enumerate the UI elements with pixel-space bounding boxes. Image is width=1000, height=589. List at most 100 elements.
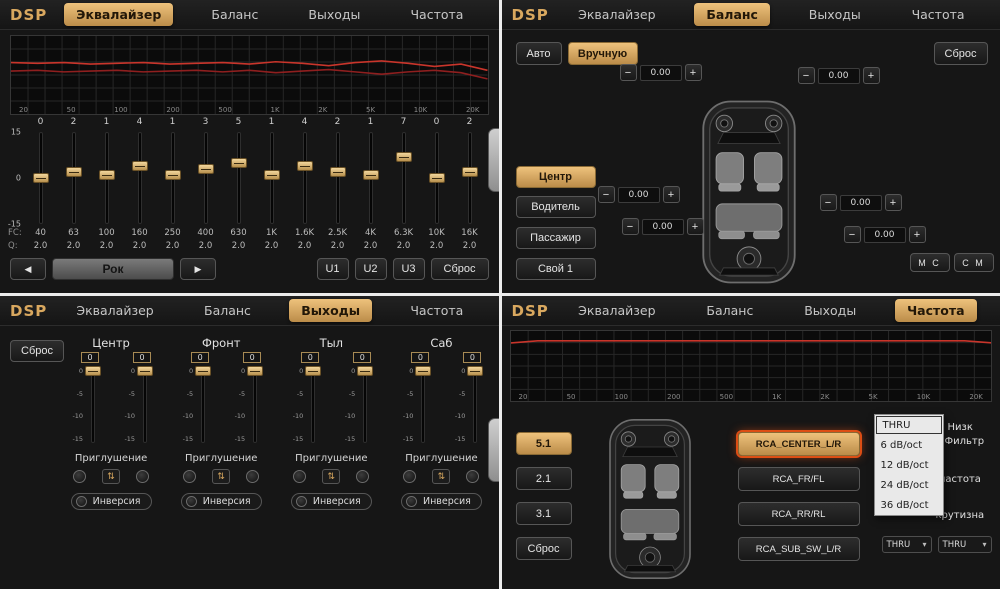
tab-equalizer[interactable]: Эквалайзер	[64, 299, 165, 322]
position-custom-1-button[interactable]: Свой 1	[516, 258, 596, 280]
increase-button[interactable]: +	[663, 186, 680, 203]
dropdown-option[interactable]: 36 dB/oct	[875, 495, 943, 515]
mute-knob-right[interactable]	[246, 470, 259, 483]
slider-thumb[interactable]	[66, 167, 82, 177]
cm-button[interactable]: C M	[954, 253, 994, 272]
preset-button[interactable]: Рок	[52, 258, 174, 280]
mute-knob-right[interactable]	[466, 470, 479, 483]
slider-thumb[interactable]	[264, 170, 280, 180]
link-channels-icon[interactable]: ⇅	[322, 469, 340, 484]
slope-select-low[interactable]: THRU▾	[938, 536, 992, 553]
output-slider[interactable]	[416, 365, 430, 445]
dropdown-option[interactable]: 24 dB/oct	[875, 475, 943, 495]
decrease-button[interactable]: −	[598, 186, 615, 203]
drawer-handle[interactable]	[488, 418, 499, 482]
tab-balance[interactable]: Баланс	[192, 299, 263, 322]
tab-outputs[interactable]: Выходы	[797, 3, 873, 26]
tab-equalizer[interactable]: Эквалайзер	[566, 299, 667, 322]
mode-5.1-button[interactable]: 5.1	[516, 432, 572, 455]
mc-button[interactable]: M C	[910, 253, 950, 272]
slider-thumb[interactable]	[429, 173, 445, 183]
mute-knob-left[interactable]	[293, 470, 306, 483]
auto-button[interactable]: Авто	[516, 42, 562, 65]
slider-thumb[interactable]	[198, 164, 214, 174]
mode-3.1-button[interactable]: 3.1	[516, 502, 572, 525]
increase-button[interactable]: +	[909, 226, 926, 243]
balance-reset-button[interactable]: Сброс	[934, 42, 988, 65]
freq-reset-button[interactable]: Сброс	[516, 537, 572, 560]
eq-band-slider[interactable]	[24, 130, 57, 226]
tab-equalizer[interactable]: Эквалайзер	[566, 3, 667, 26]
tab-balance[interactable]: Баланс	[694, 299, 765, 322]
position-driver-button[interactable]: Водитель	[516, 196, 596, 218]
mute-knob-right[interactable]	[136, 470, 149, 483]
tab-outputs[interactable]: Выходы	[289, 299, 372, 322]
dropdown-option[interactable]: THRU	[876, 416, 942, 434]
manual-button[interactable]: Вручную	[568, 42, 638, 65]
slider-thumb[interactable]	[137, 366, 153, 376]
increase-button[interactable]: +	[685, 64, 702, 81]
tab-frequency[interactable]: Частота	[900, 3, 977, 26]
tab-equalizer[interactable]: Эквалайзер	[64, 3, 173, 26]
slider-thumb[interactable]	[330, 167, 346, 177]
dropdown-option[interactable]: 12 dB/oct	[875, 455, 943, 475]
decrease-button[interactable]: −	[622, 218, 639, 235]
slider-thumb[interactable]	[247, 366, 263, 376]
slider-thumb[interactable]	[85, 366, 101, 376]
tab-frequency[interactable]: Частота	[398, 3, 475, 26]
user-preset-u2-button[interactable]: U2	[355, 258, 387, 280]
slider-thumb[interactable]	[33, 173, 49, 183]
mute-knob-left[interactable]	[403, 470, 416, 483]
tab-outputs[interactable]: Выходы	[792, 299, 868, 322]
output-slider[interactable]	[358, 365, 372, 445]
eq-band-slider[interactable]	[123, 130, 156, 226]
slider-thumb[interactable]	[462, 167, 478, 177]
rca-channel-button-3[interactable]: RCA_SUB_SW_L/R	[738, 537, 860, 561]
rca-channel-button-2[interactable]: RCA_RR/RL	[738, 502, 860, 526]
eq-band-slider[interactable]	[288, 130, 321, 226]
slider-thumb[interactable]	[357, 366, 373, 376]
drawer-handle[interactable]	[488, 128, 499, 192]
link-channels-icon[interactable]: ⇅	[212, 469, 230, 484]
eq-band-slider[interactable]	[90, 130, 123, 226]
tab-outputs[interactable]: Выходы	[296, 3, 372, 26]
mode-2.1-button[interactable]: 2.1	[516, 467, 572, 490]
position-center-button[interactable]: Центр	[516, 166, 596, 188]
output-slider[interactable]	[138, 365, 152, 445]
slider-thumb[interactable]	[415, 366, 431, 376]
decrease-button[interactable]: −	[798, 67, 815, 84]
slider-thumb[interactable]	[363, 170, 379, 180]
eq-band-slider[interactable]	[354, 130, 387, 226]
eq-band-slider[interactable]	[156, 130, 189, 226]
tab-balance[interactable]: Баланс	[694, 3, 770, 26]
preset-next-button[interactable]: ▶	[180, 258, 216, 280]
increase-button[interactable]: +	[687, 218, 704, 235]
slider-thumb[interactable]	[195, 366, 211, 376]
user-preset-u1-button[interactable]: U1	[317, 258, 349, 280]
tab-frequency[interactable]: Частота	[895, 299, 976, 322]
eq-band-slider[interactable]	[321, 130, 354, 226]
slider-thumb[interactable]	[396, 152, 412, 162]
output-slider[interactable]	[86, 365, 100, 445]
slider-thumb[interactable]	[297, 161, 313, 171]
decrease-button[interactable]: −	[820, 194, 837, 211]
slider-thumb[interactable]	[467, 366, 483, 376]
slope-select-high[interactable]: THRU▾	[882, 536, 932, 553]
mute-knob-right[interactable]	[356, 470, 369, 483]
decrease-button[interactable]: −	[620, 64, 637, 81]
increase-button[interactable]: +	[863, 67, 880, 84]
link-channels-icon[interactable]: ⇅	[102, 469, 120, 484]
eq-band-slider[interactable]	[57, 130, 90, 226]
eq-band-slider[interactable]	[420, 130, 453, 226]
tab-balance[interactable]: Баланс	[199, 3, 270, 26]
rca-channel-button-0[interactable]: RCA_CENTER_L/R	[738, 432, 860, 456]
eq-band-slider[interactable]	[222, 130, 255, 226]
output-slider[interactable]	[196, 365, 210, 445]
mute-knob-left[interactable]	[73, 470, 86, 483]
user-preset-u3-button[interactable]: U3	[393, 258, 425, 280]
link-channels-icon[interactable]: ⇅	[432, 469, 450, 484]
output-slider[interactable]	[306, 365, 320, 445]
output-slider[interactable]	[468, 365, 482, 445]
eq-band-slider[interactable]	[453, 130, 486, 226]
eq-band-slider[interactable]	[189, 130, 222, 226]
